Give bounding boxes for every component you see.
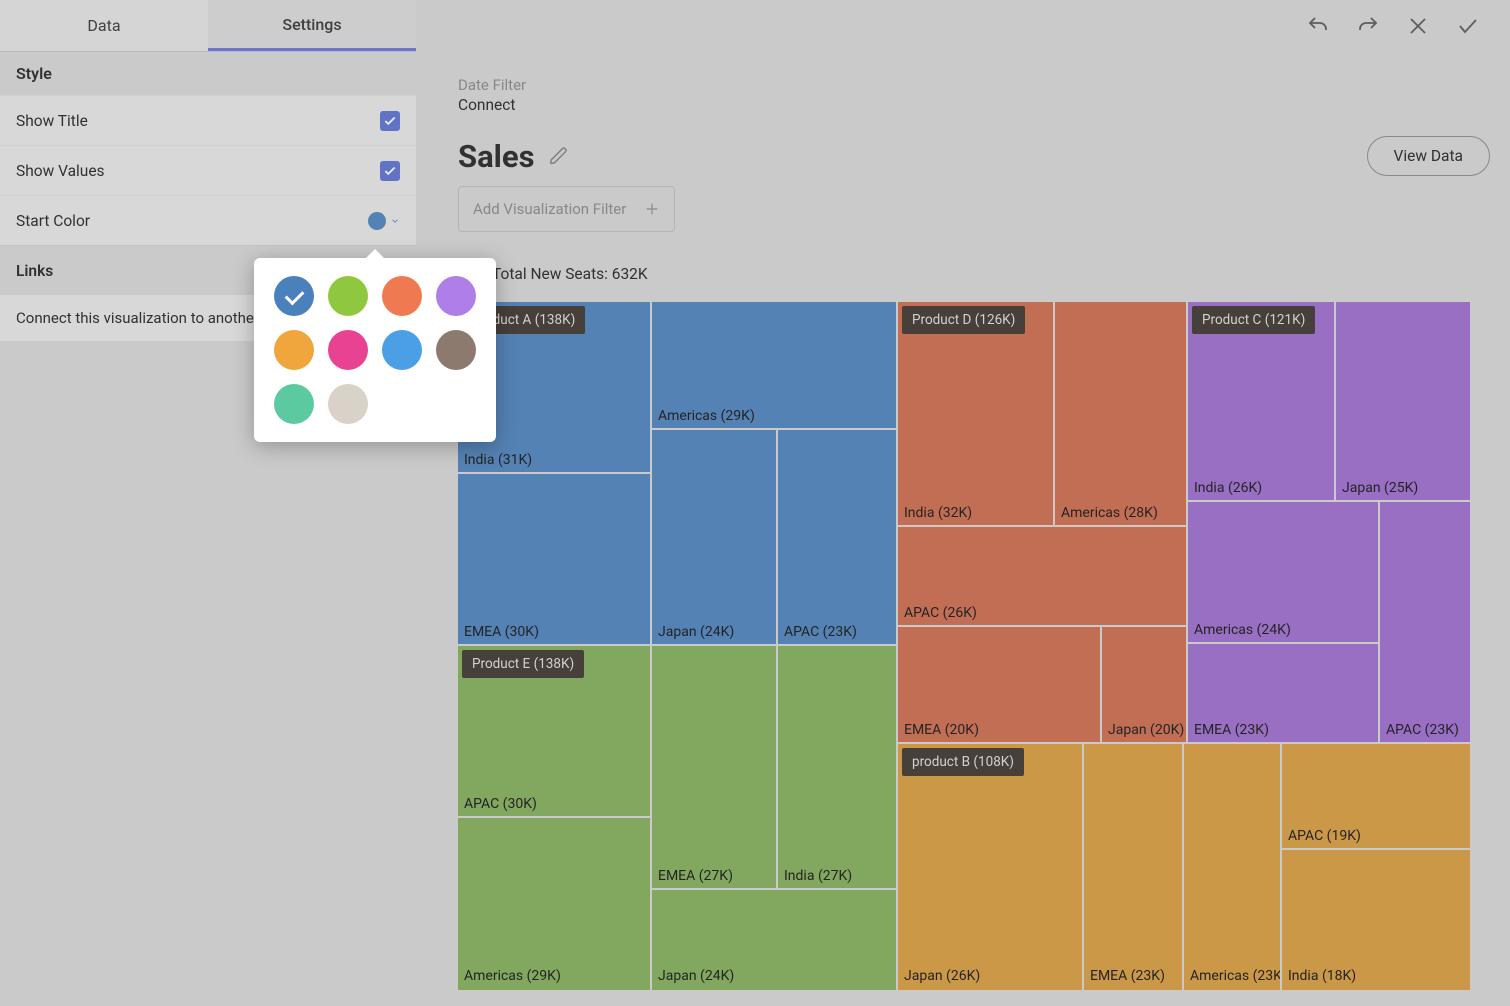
color-swatch-5[interactable] [328, 330, 368, 370]
chevron-down-icon [390, 216, 400, 226]
cell-label: Japan (20K) [1108, 722, 1184, 738]
cell-d-india[interactable]: Product D (126K) India (32K) [898, 302, 1055, 527]
close-button[interactable] [1400, 8, 1436, 44]
start-color-picker[interactable] [368, 212, 400, 230]
cell-label: APAC (19K) [1288, 828, 1361, 844]
color-popover [254, 258, 496, 442]
cell-b-apac[interactable]: APAC (19K) [1282, 744, 1470, 850]
cell-label: EMEA (23K) [1090, 968, 1165, 984]
show-values-checkbox[interactable] [380, 161, 400, 181]
cell-label: Japan (24K) [658, 624, 734, 640]
color-swatch-1[interactable] [328, 276, 368, 316]
cell-a-emea[interactable]: EMEA (30K) [458, 474, 652, 646]
show-values-row: Show Values [0, 145, 416, 195]
cell-e-apac[interactable]: Product E (138K) APAC (30K) [458, 646, 652, 818]
cell-b-emea[interactable]: EMEA (23K) [1084, 744, 1184, 990]
color-swatch-0[interactable] [274, 276, 314, 316]
cell-label: EMEA (23K) [1194, 722, 1269, 738]
cell-label: EMEA (27K) [658, 868, 733, 884]
color-swatch-9[interactable] [328, 384, 368, 424]
cell-label: Americas (24K) [1194, 622, 1291, 638]
cell-a-japan[interactable]: Japan (24K) [652, 430, 778, 646]
links-label: Links [16, 262, 53, 280]
view-data-button[interactable]: View Data [1367, 136, 1490, 176]
product-badge-b: product B (108K) [902, 748, 1024, 776]
cell-c-japan[interactable]: Japan (25K) [1336, 302, 1470, 502]
show-title-checkbox[interactable] [380, 111, 400, 131]
cell-e-americas[interactable]: Americas (29K) [458, 818, 652, 990]
start-color-label: Start Color [16, 212, 90, 230]
viz-title: Sales [458, 138, 535, 175]
cell-b-americas[interactable]: Americas (23K) [1184, 744, 1282, 990]
color-swatch-2[interactable] [382, 276, 422, 316]
cell-d-americas[interactable]: Americas (28K) [1055, 302, 1188, 527]
cell-label: APAC (26K) [904, 605, 977, 621]
cell-label: APAC (23K) [784, 624, 857, 640]
cell-label: APAC (23K) [1386, 722, 1459, 738]
cell-a-apac[interactable]: APAC (23K) [778, 430, 898, 646]
cell-label: India (18K) [1288, 968, 1356, 984]
cell-c-emea[interactable]: EMEA (23K) [1188, 644, 1380, 744]
show-values-label: Show Values [16, 162, 105, 180]
cell-label: India (26K) [1194, 480, 1262, 496]
style-section-header: Style [0, 52, 416, 95]
product-badge-c: Product C (121K) [1192, 306, 1315, 334]
cell-label: Japan (26K) [904, 968, 980, 984]
cell-label: Americas (28K) [1061, 505, 1158, 521]
color-swatch-6[interactable] [382, 330, 422, 370]
confirm-button[interactable] [1450, 8, 1486, 44]
cell-e-emea[interactable]: EMEA (27K) [652, 646, 778, 890]
tab-settings[interactable]: Settings [208, 0, 416, 51]
cell-c-americas[interactable]: Americas (24K) [1188, 502, 1380, 644]
redo-button[interactable] [1350, 8, 1386, 44]
cell-label: Americas (29K) [658, 408, 755, 424]
color-swatch-4[interactable] [274, 330, 314, 370]
color-swatch-grid [272, 276, 478, 424]
settings-sidebar: Data Settings Style Show Title Show Valu… [0, 0, 416, 1006]
cell-e-india[interactable]: India (27K) [778, 646, 898, 890]
cell-a-americas[interactable]: Americas (29K) [652, 302, 898, 430]
cell-label: Americas (23K) [1190, 968, 1287, 984]
edit-title-icon[interactable] [549, 146, 569, 166]
color-swatch-8[interactable] [274, 384, 314, 424]
top-toolbar [1276, 0, 1510, 52]
show-title-label: Show Title [16, 112, 88, 130]
treemap: Product A (138K) India (31K) EMEA (30K) … [458, 302, 1470, 990]
cell-label: India (31K) [464, 452, 532, 468]
cell-e-japan[interactable]: Japan (24K) [652, 890, 898, 990]
cell-label: Americas (29K) [464, 968, 561, 984]
cell-c-india[interactable]: Product C (121K) India (26K) [1188, 302, 1336, 502]
cell-b-japan[interactable]: product B (108K) Japan (26K) [898, 744, 1084, 990]
date-filter-label: Date Filter [458, 76, 1490, 94]
total-label: Total New Seats: 632K [492, 265, 648, 283]
sidebar-tabs: Data Settings [0, 0, 416, 52]
cell-label: India (27K) [784, 868, 852, 884]
cell-label: APAC (30K) [464, 796, 537, 812]
cell-d-apac[interactable]: APAC (26K) [898, 527, 1188, 627]
cell-d-japan[interactable]: Japan (20K) [1102, 627, 1188, 744]
add-filter-label: Add Visualization Filter [473, 200, 626, 218]
product-badge-e: Product E (138K) [462, 650, 584, 678]
cell-d-emea[interactable]: EMEA (20K) [898, 627, 1102, 744]
cell-label: EMEA (20K) [904, 722, 979, 738]
cell-b-india[interactable]: India (18K) [1282, 850, 1470, 990]
viz-header: Date Filter Connect Sales View Data Add … [458, 76, 1490, 258]
start-color-row: Start Color [0, 195, 416, 245]
color-swatch-7[interactable] [436, 330, 476, 370]
color-swatch-3[interactable] [436, 276, 476, 316]
cell-label: India (32K) [904, 505, 972, 521]
date-filter-value[interactable]: Connect [458, 96, 1490, 114]
cell-label: EMEA (30K) [464, 624, 539, 640]
add-filter-button[interactable]: Add Visualization Filter [458, 186, 675, 232]
plus-icon [644, 201, 660, 217]
cell-c-apac[interactable]: APAC (23K) [1380, 502, 1470, 744]
undo-button[interactable] [1300, 8, 1336, 44]
start-color-swatch [368, 212, 386, 230]
cell-label: Japan (25K) [1342, 480, 1418, 496]
product-badge-d: Product D (126K) [902, 306, 1025, 334]
cell-label: Japan (24K) [658, 968, 734, 984]
tab-data[interactable]: Data [0, 0, 208, 51]
show-title-row: Show Title [0, 95, 416, 145]
